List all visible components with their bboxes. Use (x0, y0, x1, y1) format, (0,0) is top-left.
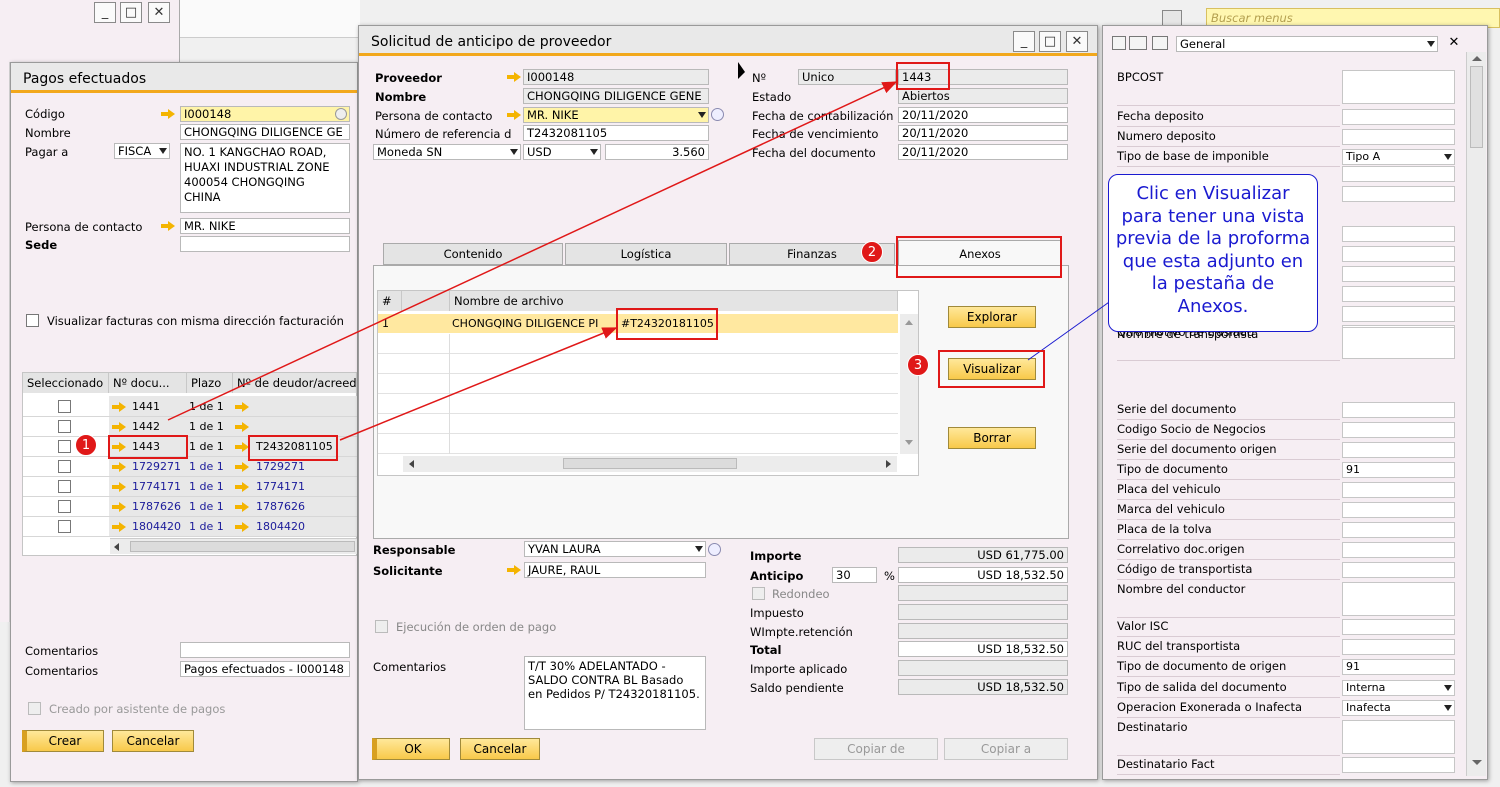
highlight-1443 (108, 435, 188, 459)
highlight-anexos-tab (896, 236, 1062, 278)
attachment-tag: #T24320181105 (621, 317, 714, 330)
step-marker-3: 3 (907, 354, 929, 376)
arrow-ref-to-attachment (339, 327, 618, 441)
step-marker-2: 2 (861, 241, 883, 263)
mouse-cursor-icon (738, 62, 745, 79)
callout-text: Clic en Visualizar para tener una vista … (1115, 183, 1311, 317)
highlight-ref (248, 435, 338, 461)
annotation-arrows (167, 81, 1113, 441)
highlight-attachment-tag: #T24320181105 (616, 308, 718, 340)
highlight-visualizar (938, 350, 1045, 388)
arrow-1443-to-numero (167, 81, 898, 421)
step-marker-1: 1 (75, 434, 97, 456)
highlight-numero (896, 62, 950, 90)
callout-tooltip: Clic en Visualizar para tener una vista … (1108, 174, 1318, 332)
